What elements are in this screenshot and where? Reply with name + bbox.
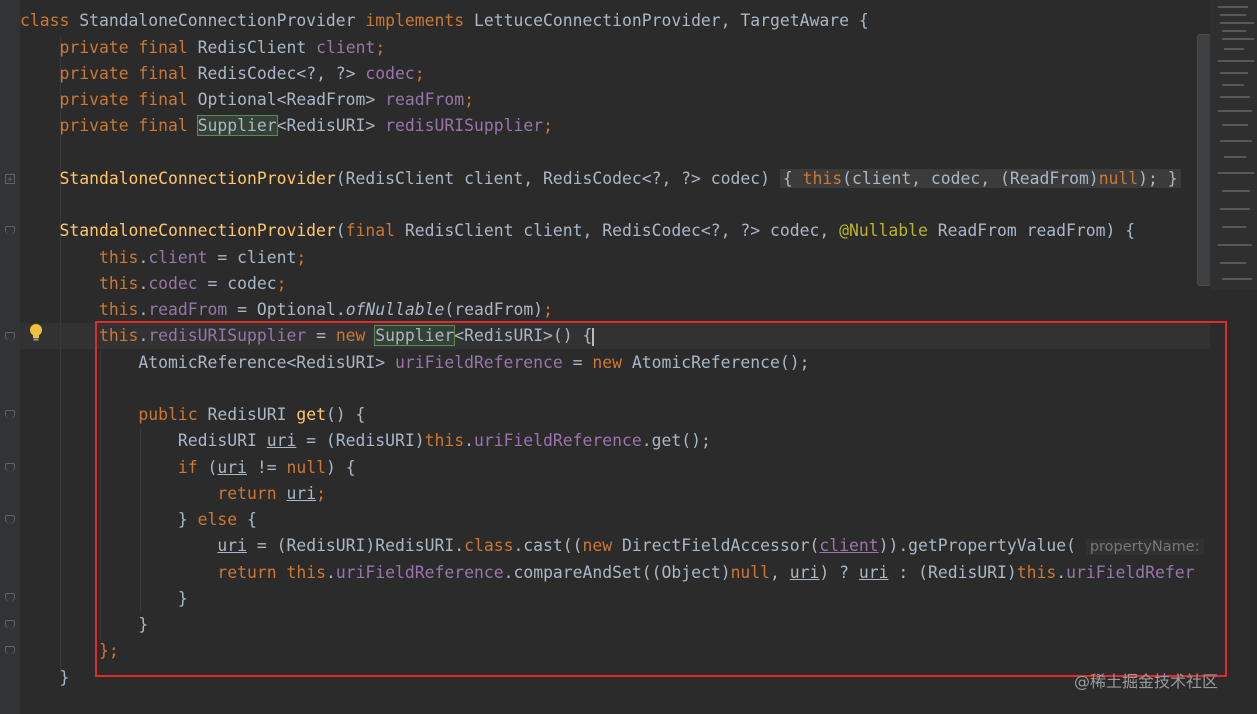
dot: . (138, 274, 149, 293)
code-line[interactable]: StandaloneConnectionProvider(final Redis… (20, 218, 1135, 244)
assignment: = Optional. (227, 300, 346, 319)
fold-toggle-icon[interactable] (5, 226, 15, 235)
args: (readFrom) (444, 300, 544, 319)
field-name: readFrom (385, 90, 465, 109)
interface-list: LettuceConnectionProvider, TargetAware { (473, 11, 869, 30)
keyword: this (802, 169, 843, 188)
editor-gutter: + (0, 0, 20, 714)
keyword: this (98, 300, 139, 319)
folded-region[interactable]: { this(client, codec, (ReadFrom)null); } (779, 169, 1181, 188)
dot: . (138, 300, 149, 319)
keyword: private final (59, 90, 188, 109)
field-name: client (316, 38, 376, 57)
fold-toggle-icon[interactable] (5, 332, 15, 341)
code-line[interactable]: this.codec = codec; (20, 271, 287, 297)
keyword: final (345, 221, 396, 240)
code-line[interactable]: } (20, 665, 69, 691)
keyword: private final (59, 64, 188, 83)
static-method-call: ofNullable (345, 300, 445, 319)
code-line[interactable]: private final RedisClient client; (20, 35, 385, 61)
brace: } (59, 668, 70, 687)
semicolon: ; (464, 90, 474, 109)
assignment: = client (207, 248, 297, 267)
semicolon: ; (543, 300, 553, 319)
semicolon: ; (296, 248, 307, 267)
code-line[interactable]: StandaloneConnectionProvider(RedisClient… (20, 166, 1181, 192)
semicolon: ; (543, 116, 553, 135)
dot: . (138, 248, 149, 267)
class-name: StandaloneConnectionProvider (79, 11, 356, 30)
type-name: Optional<ReadFrom> (197, 90, 376, 109)
code-line[interactable]: private final Optional<ReadFrom> readFro… (20, 87, 474, 113)
paren: ( (335, 221, 346, 240)
constructor-name: StandaloneConnectionProvider (59, 169, 336, 188)
field-name: redisURISupplier (385, 116, 544, 135)
fold-toggle-icon[interactable] (5, 515, 15, 524)
keyword: null (1098, 169, 1139, 188)
param-list: RedisClient client, RedisCodec<?, ?> cod… (395, 221, 840, 240)
keyword: this (98, 274, 139, 293)
watermark: @稀土掘金技术社区 (1074, 672, 1219, 691)
field-name: client (148, 248, 208, 267)
annotation: @Nullable (839, 221, 928, 240)
semicolon: ; (276, 274, 287, 293)
keyword: this (98, 248, 139, 267)
code-editor[interactable]: + class StandaloneConnectionProvider imp… (0, 0, 1257, 714)
code-line[interactable]: private final RedisCodec<?, ?> codec; (20, 61, 425, 87)
fold-toggle-icon[interactable] (5, 410, 15, 419)
fold-toggle-icon[interactable] (5, 646, 15, 655)
keyword: implements (365, 11, 465, 30)
type-name: RedisClient (197, 38, 307, 57)
constructor-name: StandaloneConnectionProvider (59, 221, 336, 240)
highlight-annotation-box (95, 321, 1227, 677)
keyword: private final (59, 116, 188, 135)
keyword: private final (59, 38, 188, 57)
vertical-scrollbar[interactable] (1197, 34, 1211, 286)
code-line[interactable]: class StandaloneConnectionProvider imple… (20, 8, 869, 34)
type-name: <RedisURI> (276, 116, 376, 135)
fold-toggle-icon[interactable] (5, 463, 15, 472)
semicolon: ; (414, 64, 425, 83)
assignment: = codec (197, 274, 277, 293)
keyword: class (20, 11, 70, 30)
param-list: ReadFrom readFrom) { (927, 221, 1136, 240)
field-name: codec (148, 274, 198, 293)
field-name: codec (365, 64, 415, 83)
brace: } (1167, 169, 1178, 188)
brace: { (782, 169, 793, 188)
fold-toggle-icon[interactable] (5, 620, 15, 629)
lightbulb-icon[interactable] (28, 323, 44, 343)
code-line[interactable]: private final Supplier<RedisURI> redisUR… (20, 113, 553, 139)
type-name: RedisCodec<?, ?> (197, 64, 356, 83)
field-name: readFrom (148, 300, 228, 319)
code-line[interactable]: this.readFrom = Optional.ofNullable(read… (20, 297, 553, 323)
param-list: (RedisClient client, RedisCodec<?, ?> co… (335, 169, 770, 188)
fold-toggle-icon[interactable] (5, 593, 15, 602)
args: ); (1138, 169, 1158, 188)
args: (client, codec, (ReadFrom) (842, 169, 1099, 188)
fold-toggle-icon[interactable]: + (5, 174, 15, 185)
semicolon: ; (375, 38, 386, 57)
code-minimap[interactable] (1210, 0, 1257, 290)
code-line[interactable]: this.client = client; (20, 245, 306, 271)
highlighted-usage: Supplier (196, 115, 278, 136)
